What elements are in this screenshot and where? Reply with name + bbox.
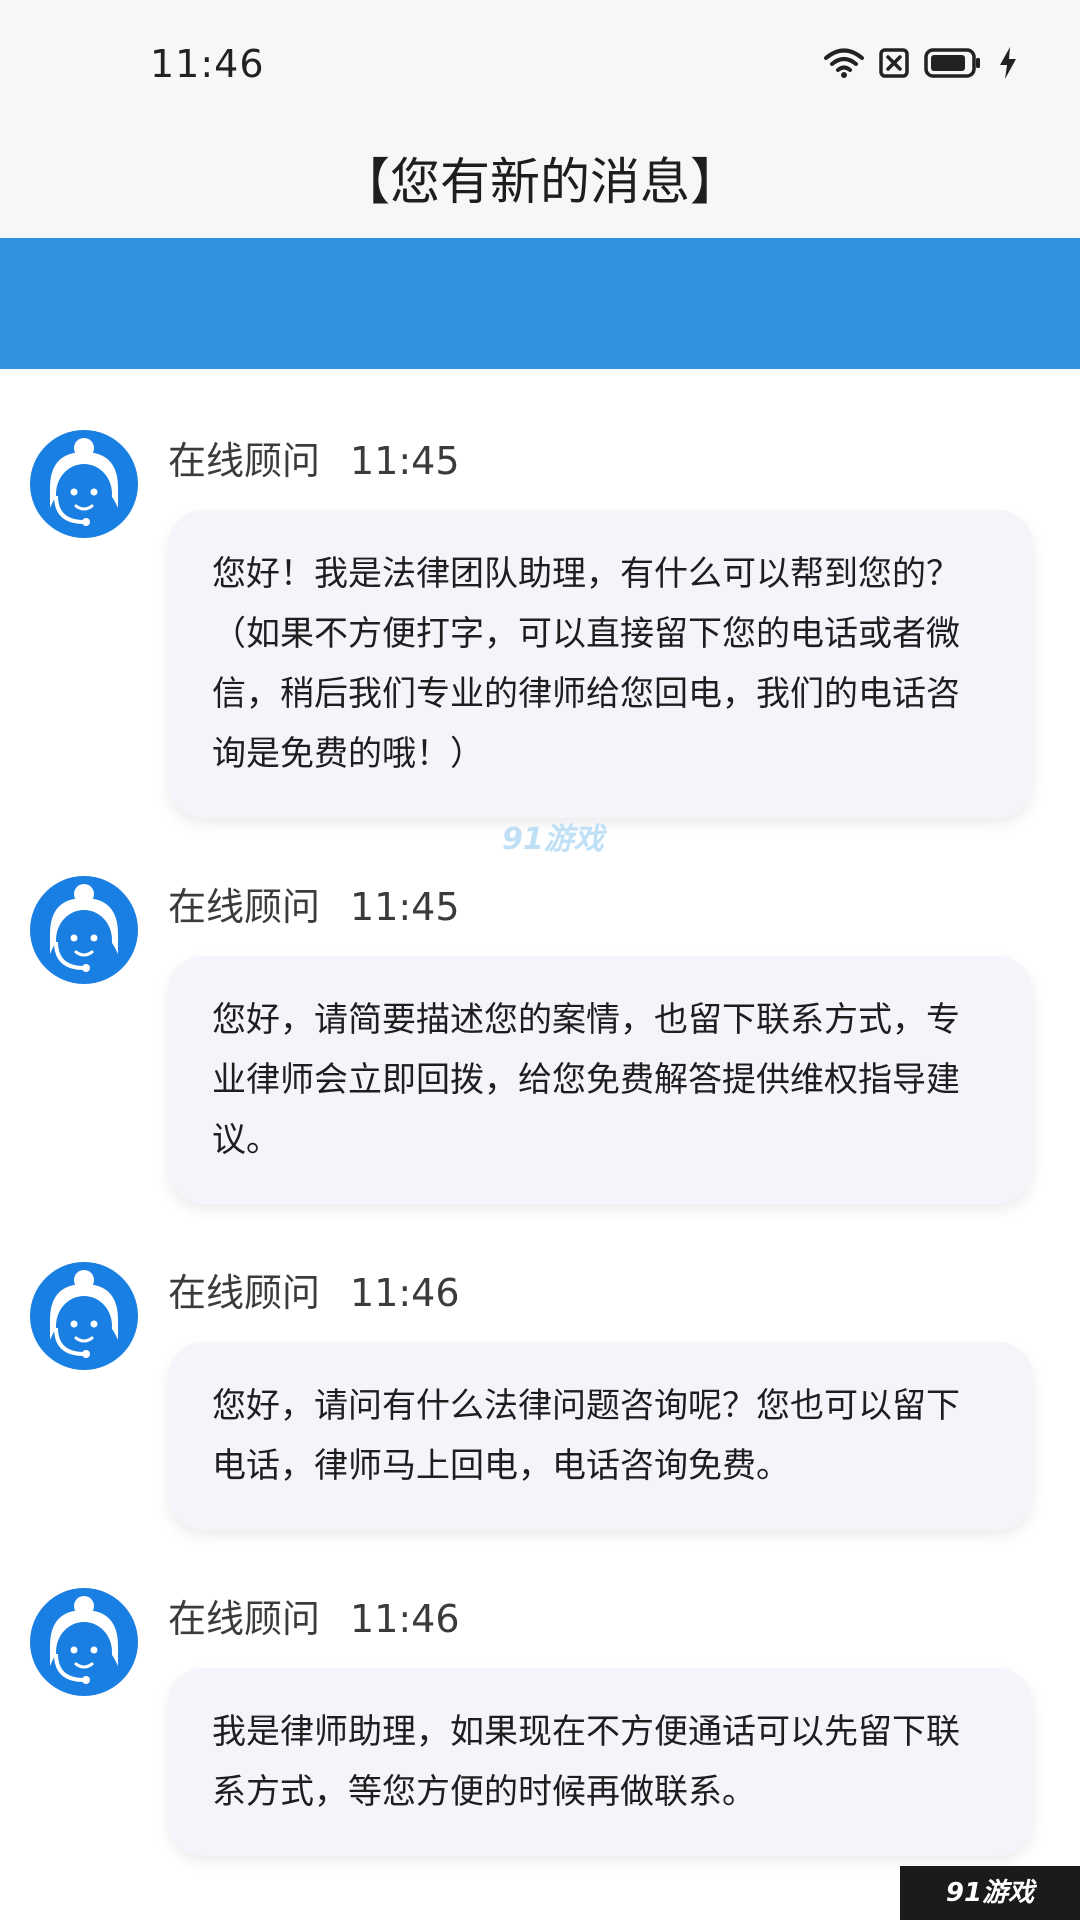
status-bar: 11:46	[0, 0, 1080, 130]
advisor-avatar[interactable]	[30, 1588, 138, 1696]
customer-service-icon	[50, 438, 118, 526]
blue-banner	[0, 238, 1080, 369]
advisor-avatar[interactable]	[30, 876, 138, 984]
page-title: 【您有新的消息】	[340, 153, 740, 211]
message-meta: 在线顾问 11:45	[168, 876, 460, 931]
corner-watermark-logo: 91游戏	[900, 1866, 1080, 1920]
status-icons	[824, 46, 1018, 80]
chat-list[interactable]: 在线顾问 11:45 您好！我是法律团队助理，有什么可以帮到您的？（如果不方便打字…	[0, 369, 1080, 1920]
advisor-avatar[interactable]	[30, 430, 138, 538]
message-bubble[interactable]: 您好！我是法律团队助理，有什么可以帮到您的？（如果不方便打字，可以直接留下您的电…	[168, 510, 1033, 818]
message-meta: 在线顾问 11:45	[168, 430, 460, 485]
wifi-icon	[824, 47, 864, 79]
advisor-avatar[interactable]	[30, 1262, 138, 1370]
message-time: 11:46	[350, 1597, 460, 1641]
message-bubble[interactable]: 我是律师助理，如果现在不方便通话可以先留下联系方式，等您方便的时候再做联系。	[168, 1668, 1033, 1856]
message-time: 11:46	[350, 1271, 460, 1315]
sender-name: 在线顾问	[168, 1271, 321, 1315]
message-meta: 在线顾问 11:46	[168, 1588, 460, 1643]
header: 【您有新的消息】	[0, 130, 1080, 238]
sender-name: 在线顾问	[168, 1597, 321, 1641]
sender-name: 在线顾问	[168, 439, 321, 483]
message-time: 11:45	[350, 885, 460, 929]
no-sim-icon	[878, 47, 910, 79]
customer-service-icon	[50, 1596, 118, 1684]
charging-icon	[998, 46, 1018, 80]
customer-service-icon	[50, 884, 118, 972]
message-bubble[interactable]: 您好，请问有什么法律问题咨询呢？您也可以留下电话，律师马上回电，电话咨询免费。	[168, 1342, 1033, 1530]
message-time: 11:45	[350, 439, 460, 483]
message-bubble[interactable]: 您好，请简要描述您的案情，也留下联系方式，专业律师会立即回拨，给您免费解答提供维…	[168, 956, 1033, 1204]
watermark-logo: 91游戏	[502, 822, 604, 857]
sender-name: 在线顾问	[168, 885, 321, 929]
battery-icon	[924, 47, 984, 79]
customer-service-icon	[50, 1270, 118, 1358]
message-meta: 在线顾问 11:46	[168, 1262, 460, 1317]
status-time: 11:46	[150, 42, 265, 86]
